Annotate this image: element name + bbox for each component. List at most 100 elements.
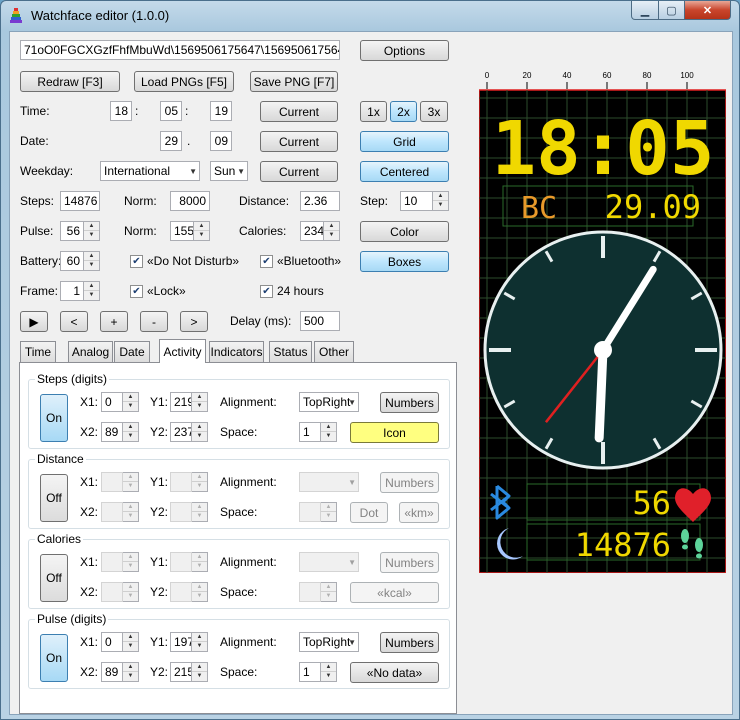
distance-y1-field[interactable]: [170, 472, 192, 492]
hour-field[interactable]: 18: [110, 101, 132, 121]
pulse-spinner[interactable]: ▲ ▼: [84, 221, 100, 241]
distance-alignment-select[interactable]: ▼: [299, 472, 359, 492]
distance-x2-spinner[interactable]: ▲ ▼: [123, 502, 139, 522]
calories-y2-field[interactable]: [170, 582, 192, 602]
zoom-3x-button[interactable]: 3x: [420, 101, 448, 122]
distance-x1-spinner[interactable]: ▲ ▼: [123, 472, 139, 492]
calories-x1-spinner[interactable]: ▲ ▼: [123, 552, 139, 572]
bluetooth-checkbox[interactable]: ✔ «Bluetooth»: [260, 254, 341, 268]
steps-icon-button[interactable]: Icon: [350, 422, 439, 443]
calories-numbers-button[interactable]: Numbers: [380, 552, 439, 573]
battery-field[interactable]: 60: [60, 251, 84, 271]
month-field[interactable]: 09: [210, 131, 232, 151]
calories-spinner[interactable]: ▲ ▼: [324, 221, 340, 241]
prev-frame-button[interactable]: <: [60, 311, 88, 332]
tab-status[interactable]: Status: [269, 341, 312, 362]
calories-x2-spinner[interactable]: ▲ ▼: [123, 582, 139, 602]
steps-x1-field[interactable]: 0: [101, 392, 123, 412]
distance-x1-field[interactable]: [101, 472, 123, 492]
pulse-x1-field[interactable]: 0: [101, 632, 123, 652]
tab-analog[interactable]: Analog: [68, 341, 113, 362]
calories-y1-field[interactable]: [170, 552, 192, 572]
distance-space-spinner[interactable]: ▲ ▼: [321, 502, 337, 522]
pulse-norm-field[interactable]: 155: [170, 221, 194, 241]
tab-activity[interactable]: Activity: [159, 339, 206, 363]
dnd-checkbox[interactable]: ✔ «Do Not Disturb»: [130, 254, 239, 268]
redraw-button[interactable]: Redraw [F3]: [20, 71, 120, 92]
boxes-toggle-button[interactable]: Boxes: [360, 251, 449, 272]
distance-numbers-button[interactable]: Numbers: [380, 472, 439, 493]
calories-off-toggle[interactable]: Off: [40, 554, 68, 602]
distance-km-button[interactable]: «km»: [399, 502, 439, 523]
steps-field[interactable]: 14876: [60, 191, 100, 211]
pulse-space-field[interactable]: 1: [299, 662, 321, 682]
pulse-x1-spinner[interactable]: ▲ ▼: [123, 632, 139, 652]
pulse-numbers-button[interactable]: Numbers: [380, 632, 439, 653]
steps-x2-field[interactable]: 89: [101, 422, 123, 442]
minimize-button[interactable]: ▁: [631, 1, 659, 20]
options-button[interactable]: Options: [360, 40, 449, 61]
centered-toggle-button[interactable]: Centered: [360, 161, 449, 182]
step-field[interactable]: 10: [400, 191, 433, 211]
distance-dot-button[interactable]: Dot: [350, 502, 388, 523]
tab-indicators[interactable]: Indicators: [209, 341, 264, 362]
load-pngs-button[interactable]: Load PNGs [F5]: [134, 71, 234, 92]
frame-spinner[interactable]: ▲ ▼: [84, 281, 100, 301]
save-png-button[interactable]: Save PNG [F7]: [250, 71, 338, 92]
step-spinner[interactable]: ▲ ▼: [433, 191, 449, 211]
tab-date[interactable]: Date: [114, 341, 150, 362]
distance-y1-spinner[interactable]: ▲ ▼: [192, 472, 208, 492]
pulse-y2-field[interactable]: 215: [170, 662, 192, 682]
color-button[interactable]: Color: [360, 221, 449, 242]
weekday-day-select[interactable]: Sun ▼: [210, 161, 248, 181]
pulse-norm-spinner[interactable]: ▲ ▼: [194, 221, 210, 241]
watchface-preview[interactable]: 020406080100 020406080100120140160180200…: [471, 58, 727, 574]
battery-spinner[interactable]: ▲ ▼: [84, 251, 100, 271]
add-frame-button[interactable]: +: [100, 311, 128, 332]
tab-time[interactable]: Time: [20, 341, 56, 362]
delay-field[interactable]: 500: [300, 311, 340, 331]
calories-y1-spinner[interactable]: ▲ ▼: [192, 552, 208, 572]
pulse-field[interactable]: 56: [60, 221, 84, 241]
json-path-field[interactable]: 71oO0FGCXGzfFhfMbuWd\1569506175647\15695…: [20, 40, 340, 60]
minute-field[interactable]: 05: [160, 101, 182, 121]
distance-y2-field[interactable]: [170, 502, 192, 522]
calories-space-spinner[interactable]: ▲ ▼: [321, 582, 337, 602]
calories-x1-field[interactable]: [101, 552, 123, 572]
calories-y2-spinner[interactable]: ▲ ▼: [192, 582, 208, 602]
calories-kcal-button[interactable]: «kcal»: [350, 582, 439, 603]
lock-checkbox[interactable]: ✔ «Lock»: [130, 284, 186, 298]
distance-y2-spinner[interactable]: ▲ ▼: [192, 502, 208, 522]
calories-field[interactable]: 234: [300, 221, 324, 241]
maximize-button[interactable]: ▢: [658, 1, 685, 20]
steps-norm-field[interactable]: 8000: [170, 191, 210, 211]
pulse-no-data-button[interactable]: «No data»: [350, 662, 439, 683]
frame-field[interactable]: 1: [60, 281, 84, 301]
distance-x2-field[interactable]: [101, 502, 123, 522]
pulse-y1-field[interactable]: 197: [170, 632, 192, 652]
distance-field[interactable]: 2.36: [300, 191, 340, 211]
second-field[interactable]: 19: [210, 101, 232, 121]
grid-toggle-button[interactable]: Grid: [360, 131, 449, 152]
zoom-1x-button[interactable]: 1x: [360, 101, 387, 122]
close-button[interactable]: ✕: [684, 1, 731, 20]
calories-x2-field[interactable]: [101, 582, 123, 602]
pulse-on-toggle[interactable]: On: [40, 634, 68, 682]
pulse-space-spinner[interactable]: ▲ ▼: [321, 662, 337, 682]
weekday-current-button[interactable]: Current: [260, 161, 338, 182]
tab-other[interactable]: Other: [314, 341, 354, 362]
steps-on-toggle[interactable]: On: [40, 394, 68, 442]
steps-numbers-button[interactable]: Numbers: [380, 392, 439, 413]
day-field[interactable]: 29: [160, 131, 182, 151]
steps-space-spinner[interactable]: ▲ ▼: [321, 422, 337, 442]
date-current-button[interactable]: Current: [260, 131, 338, 152]
title-bar[interactable]: Watchface editor (1.0.0): [1, 1, 739, 29]
24-hours-checkbox[interactable]: ✔ 24 hours: [260, 284, 324, 298]
time-current-button[interactable]: Current: [260, 101, 338, 122]
pulse-y2-spinner[interactable]: ▲ ▼: [192, 662, 208, 682]
remove-frame-button[interactable]: -: [140, 311, 168, 332]
steps-y1-field[interactable]: 219: [170, 392, 192, 412]
next-frame-button[interactable]: >: [180, 311, 208, 332]
calories-alignment-select[interactable]: ▼: [299, 552, 359, 572]
calories-space-field[interactable]: [299, 582, 321, 602]
